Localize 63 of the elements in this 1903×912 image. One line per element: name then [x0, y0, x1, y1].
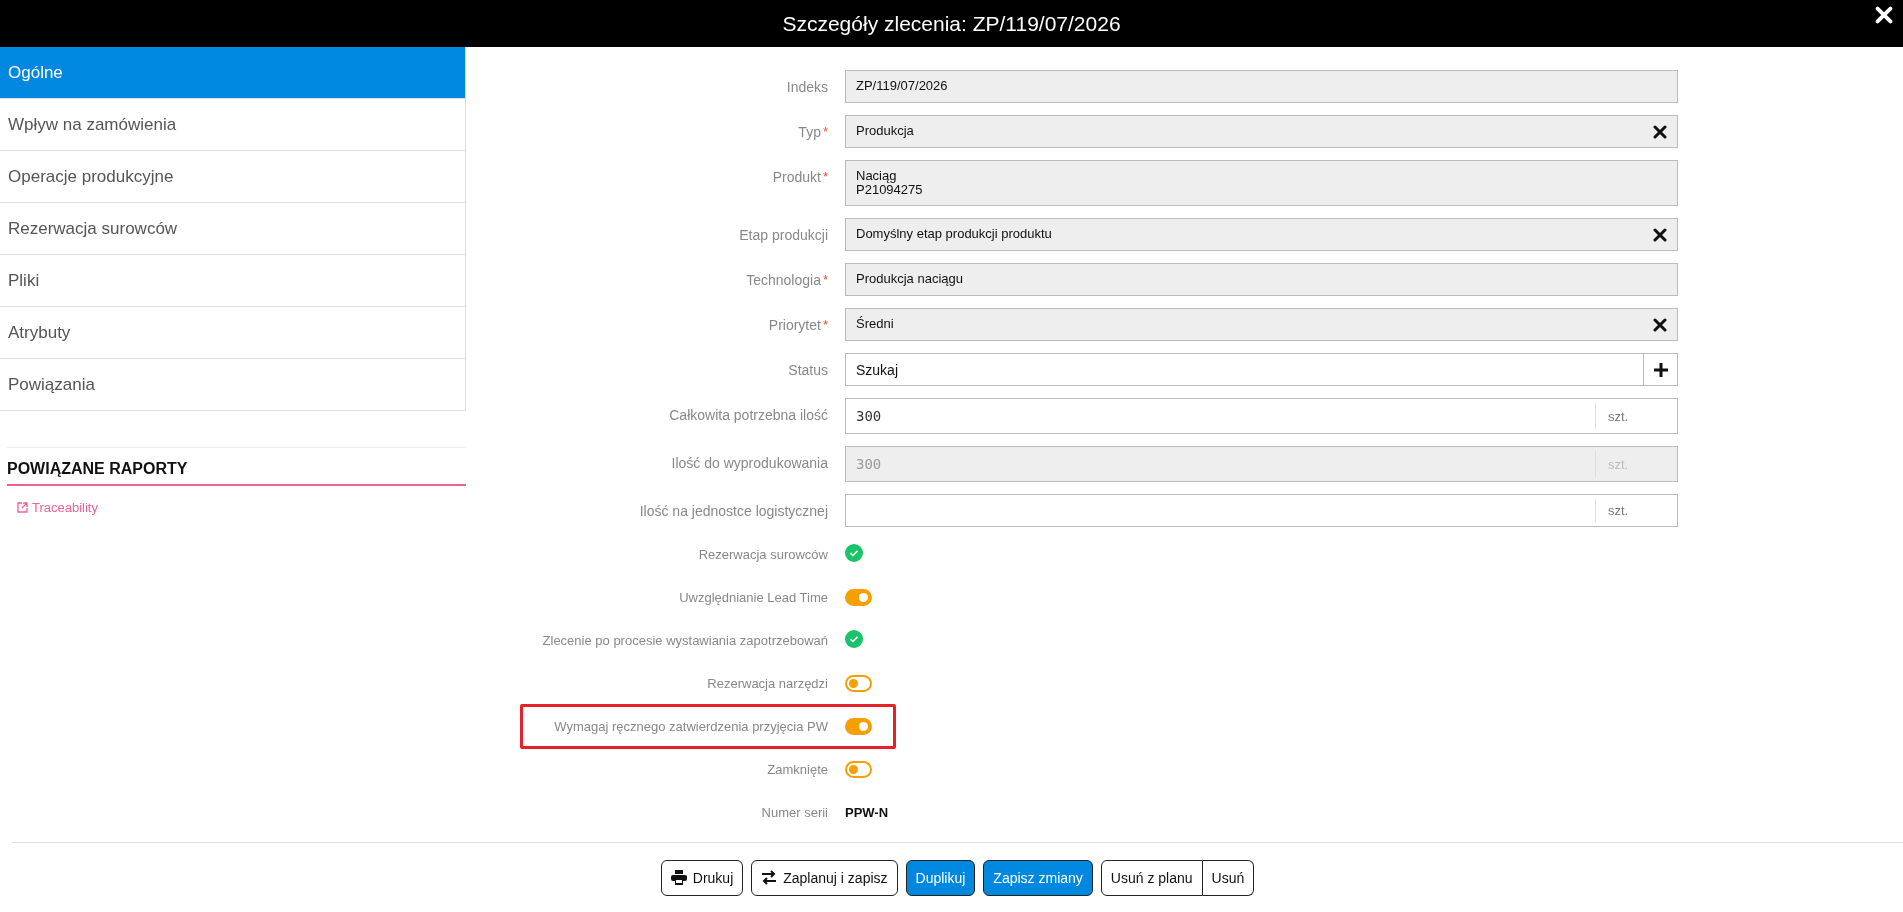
printer-icon: [670, 870, 687, 885]
field-label: Typ*: [797, 123, 828, 142]
field-label: Etap produkcji: [738, 226, 828, 245]
quantity-field[interactable]: 300 szt.: [845, 398, 1678, 434]
action-button[interactable]: Zaplanuj i zapisz: [751, 859, 898, 896]
toggle-switch[interactable]: [845, 589, 872, 606]
field-label: Ilość do wyprodukowania: [670, 454, 828, 473]
required-marker: *: [822, 169, 828, 184]
readonly-field[interactable]: Domyślny etap produkcji produktu: [845, 218, 1678, 251]
field-label: Produkt*: [771, 168, 828, 187]
plus-icon: [1652, 361, 1669, 378]
action-button[interactable]: Duplikuj: [905, 859, 976, 896]
check-icon: [845, 543, 863, 562]
action-button[interactable]: Usuń: [1202, 859, 1255, 896]
quantity-value: 300: [855, 407, 883, 426]
unit-label: szt.: [1595, 403, 1677, 429]
serial-number: PPW-N: [845, 805, 890, 820]
unit-label: szt.: [1595, 499, 1677, 522]
field-value: Domyślny etap produkcji produktu: [856, 227, 1053, 241]
field-label: Priorytet*: [767, 316, 828, 335]
field-value: Produkcja naciągu: [856, 272, 964, 286]
action-button[interactable]: Usuń z planu: [1100, 859, 1203, 896]
add-button[interactable]: [1644, 353, 1678, 386]
clear-icon: [1653, 227, 1667, 242]
sidebar-item[interactable]: Ogólne: [0, 47, 465, 99]
flag-label: Rezerwacja narzędzi: [706, 676, 828, 691]
action-button[interactable]: Drukuj: [660, 859, 744, 896]
close-icon: [1875, 6, 1893, 24]
field-value: Średni: [856, 317, 895, 331]
toggle-switch[interactable]: [845, 675, 872, 692]
clear-icon: [1653, 317, 1667, 332]
field-label: Indeks: [785, 78, 828, 97]
toggle-switch[interactable]: [845, 718, 872, 735]
field-value: Produkcja: [856, 124, 915, 138]
field-value: Naciąg: [856, 169, 898, 183]
flag-label: Zlecenie po procesie wystawiania zapotrzebowań: [541, 633, 828, 648]
flag-label: Wymagaj ręcznego zatwierdzenia przyjęcia PW: [554, 719, 828, 734]
readonly-field[interactable]: Produkcja: [845, 115, 1678, 148]
clear-icon: [1653, 124, 1667, 139]
flag-label: Numer serii: [760, 805, 828, 820]
field-value: ZP/119/07/2026: [856, 79, 949, 93]
flag-label: Uwzględnianie Lead Time: [678, 590, 828, 605]
readonly-field[interactable]: Średni: [845, 308, 1678, 341]
quantity-value: 300: [855, 455, 883, 474]
search-field[interactable]: Szukaj: [845, 353, 1644, 386]
required-marker: *: [822, 124, 828, 139]
flag-label: Zamknięte: [766, 762, 828, 777]
check-icon: [845, 629, 863, 648]
window-title: Szczegóły zlecenia: ZP/119/07/2026: [782, 11, 1121, 36]
swap-arrows-icon: [761, 870, 778, 885]
section-heading: POWIĄZANE RAPORTY: [7, 460, 466, 486]
field-value: P21094275: [856, 183, 924, 197]
flag-label: Rezerwacja surowców: [697, 547, 828, 562]
required-marker: *: [822, 317, 828, 332]
toggle-switch[interactable]: [845, 761, 872, 778]
required-marker: *: [822, 272, 828, 287]
field-label: Technologia*: [745, 271, 828, 290]
field-label: Status: [787, 361, 828, 380]
quantity-field[interactable]: szt.: [845, 494, 1678, 527]
external-link-icon: [17, 502, 28, 513]
field-label: Ilość na jednostce logistycznej: [638, 502, 828, 521]
action-button[interactable]: Zapisz zmiany: [983, 859, 1093, 896]
field-label: Całkowita potrzebna ilość: [668, 406, 828, 425]
